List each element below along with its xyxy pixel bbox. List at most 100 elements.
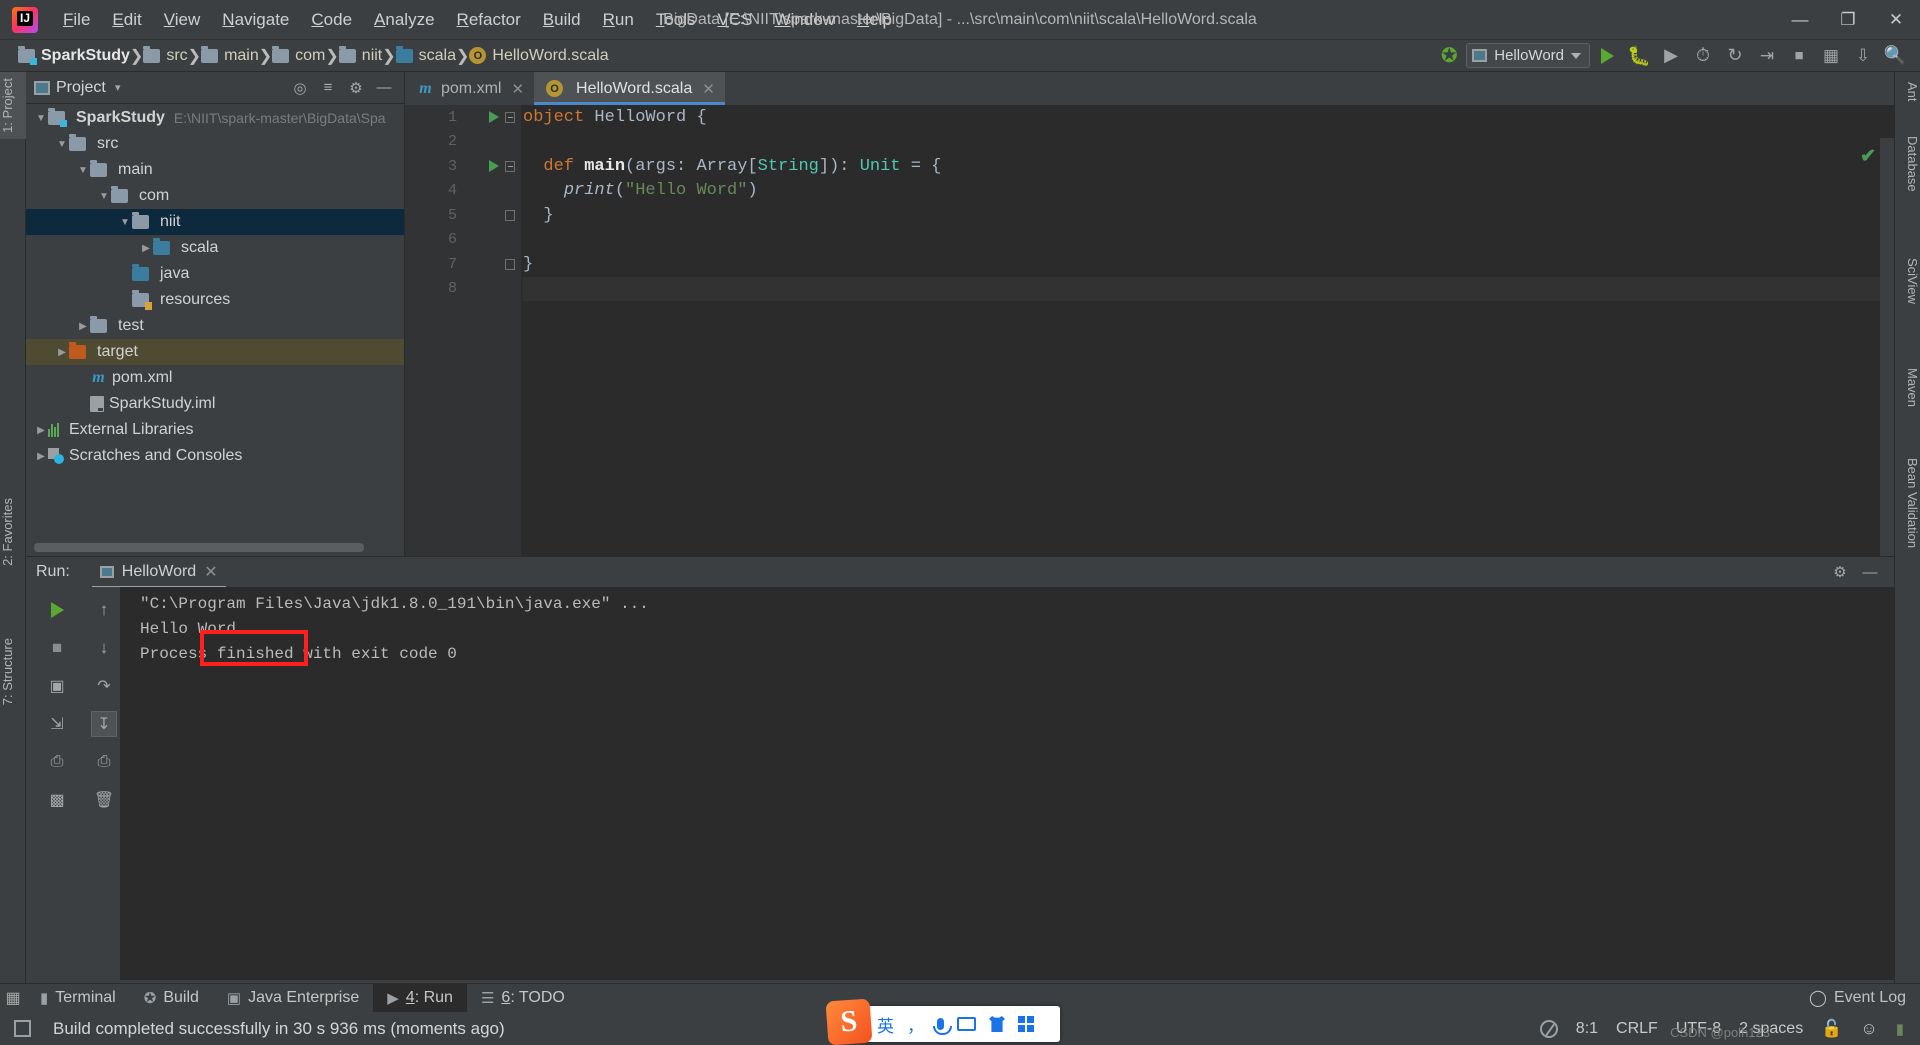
minimize-button[interactable]: — [1776,0,1824,40]
sogou-logo-icon[interactable]: S [825,998,873,1045]
code-folding-gutter[interactable] [505,105,521,556]
tree-expander[interactable]: ▶ [34,451,48,462]
editor-tab-pom-xml[interactable]: m pom.xml ✕ [405,72,534,105]
tree-item-resources[interactable]: resources [26,287,404,313]
debug-icon[interactable]: 🐛 [1624,43,1654,69]
settings-icon[interactable]: ⚙ [344,76,368,100]
tree-item-src[interactable]: ▼ src [26,131,404,157]
rerun-icon[interactable] [44,597,70,623]
menu-item-analyze[interactable]: Analyze [363,6,445,34]
hector-icon[interactable]: ☺ [1860,1019,1877,1039]
tree-item-niit[interactable]: ▼ niit [26,209,404,235]
unlock-icon[interactable]: 🔓 [1821,1019,1842,1039]
profiler-icon[interactable]: ⏱ [1688,43,1718,69]
tree-expander[interactable]: ▼ [76,165,90,176]
menu-item-window[interactable]: Window [763,6,845,34]
run-gutter-icon[interactable] [489,111,499,124]
code-line[interactable]: print("Hello Word") [523,179,1894,204]
print-icon[interactable]: ⎙ [91,749,117,775]
editor-scrollbar[interactable] [1880,138,1894,556]
menu-item-run[interactable]: Run [592,6,645,34]
code-text[interactable]: object HelloWord { def main (args: Array[… [521,105,1894,556]
project-horizontal-scrollbar[interactable] [34,543,364,552]
tree-item-test[interactable]: ▶ test [26,313,404,339]
memory-indicator-icon[interactable]: ▮ [1896,1020,1904,1038]
menu-item-refactor[interactable]: Refactor [446,6,532,34]
menu-item-help[interactable]: Help [846,6,903,34]
tree-expander[interactable]: ▼ [55,139,69,150]
tree-expander[interactable]: ▼ [118,217,132,228]
console-output[interactable]: "C:\Program Files\Java\jdk1.8.0_191\bin\… [120,587,1894,980]
sidebar-item-ant[interactable]: Ant [1894,76,1920,108]
sidebar-item-maven[interactable]: Maven [1894,362,1920,413]
editor-tab-helloword-scala[interactable]: O HelloWord.scala ✕ [534,72,725,105]
hammer-icon[interactable]: ✪ [1434,43,1464,69]
menu-item-tools[interactable]: Tools [645,6,707,34]
close-button[interactable]: ✕ [1872,0,1920,40]
tree-item-java[interactable]: java [26,261,404,287]
event-log-button[interactable]: ◯ Event Log [1809,988,1920,1008]
gear-icon[interactable]: ⚙ [1828,560,1852,584]
stop-icon[interactable]: ■ [1784,43,1814,69]
run-coverage-icon[interactable]: ▶ [1656,43,1686,69]
chevron-down-icon[interactable]: ▾ [106,76,130,100]
ime-punctuation-icon[interactable]: ， [907,1012,924,1037]
layout-icon[interactable]: ▦ [1816,43,1846,69]
hide-icon[interactable]: — [1858,560,1882,584]
menu-item-build[interactable]: Build [532,6,592,34]
locate-icon[interactable]: ◎ [288,76,312,100]
tree-expander[interactable]: ▶ [55,347,69,358]
sidebar-item-project[interactable]: 1: Project [0,72,26,139]
run-tab-helloword[interactable]: HelloWord ✕ [91,559,226,589]
run-gutter-icon[interactable] [489,160,499,173]
update-project-icon[interactable]: ⇩ [1848,43,1878,69]
tree-item-sparkstudy[interactable]: ▼ SparkStudy E:\NIIT\spark-master\BigData\… [26,105,404,131]
code-line[interactable]: } [523,203,1894,228]
maximize-button[interactable]: ❐ [1824,0,1872,40]
tree-item-scala[interactable]: ▶ scala [26,235,404,261]
sidebar-item-bean-validation[interactable]: Bean Validation [1894,452,1920,554]
print-icon[interactable]: ⎙ [44,749,70,775]
breadcrumb-item-niit[interactable]: niit [338,45,382,65]
soft-wrap-icon[interactable]: ↷ [91,673,117,699]
code-line[interactable] [523,228,1894,253]
menu-item-view[interactable]: View [153,6,212,34]
mic-icon[interactable] [933,1018,952,1035]
fold-marker-row[interactable] [505,252,521,277]
skin-icon[interactable] [989,1016,1005,1032]
close-icon[interactable]: ✕ [511,80,524,98]
fold-marker-row[interactable] [505,228,521,253]
caret-position[interactable]: 8:1 [1576,1020,1598,1038]
camera-icon[interactable]: ▣ [44,673,70,699]
menu-item-navigate[interactable]: Navigate [211,6,300,34]
apps-icon[interactable] [1018,1016,1034,1032]
sidebar-item-favorites[interactable]: 2: Favorites [0,492,26,572]
tree-item-com[interactable]: ▼ com [26,183,404,209]
fold-marker-row[interactable] [505,203,521,228]
tool-window-button-java-enterprise[interactable]: ▣ Java Enterprise [213,984,373,1013]
code-editor[interactable]: 1 2 3 4 5 6 7 8 object HelloWord { def main (arg… [405,105,1894,556]
sidebar-item-structure[interactable]: 7: Structure [0,632,26,711]
tree-expander[interactable]: ▶ [34,425,48,436]
tree-item-sparkstudy-iml[interactable]: SparkStudy.iml [26,391,404,417]
run-icon[interactable] [1592,43,1622,69]
tool-window-button-terminal[interactable]: ▮ Terminal [26,984,130,1013]
inspection-status-icon[interactable]: ✔ [1860,145,1876,168]
rerun-icon[interactable]: ↻ [1720,43,1750,69]
keyboard-icon[interactable] [957,1017,976,1031]
menu-item-file[interactable]: File [52,6,101,34]
code-line[interactable] [523,276,1894,301]
tool-window-button-build[interactable]: ✪ Build [130,984,213,1013]
code-line[interactable]: def main (args: Array[String]): Unit = { [523,154,1894,179]
tree-expander[interactable]: ▶ [139,243,153,254]
code-line[interactable] [523,130,1894,155]
code-line[interactable]: } [523,252,1894,277]
tool-window-button-run[interactable]: ▶ 4: Run [373,983,467,1013]
fold-marker-row[interactable] [505,130,521,155]
export-icon[interactable]: ⇲ [44,711,70,737]
sogou-ime-toolbar[interactable]: S 英 ， [825,998,1060,1045]
sidebar-item-database[interactable]: Database [1894,130,1920,198]
tree-item-external-libraries[interactable]: ▶ External Libraries [26,417,404,443]
tree-expander[interactable]: ▼ [97,191,111,202]
code-line[interactable]: object HelloWord { [523,105,1894,130]
